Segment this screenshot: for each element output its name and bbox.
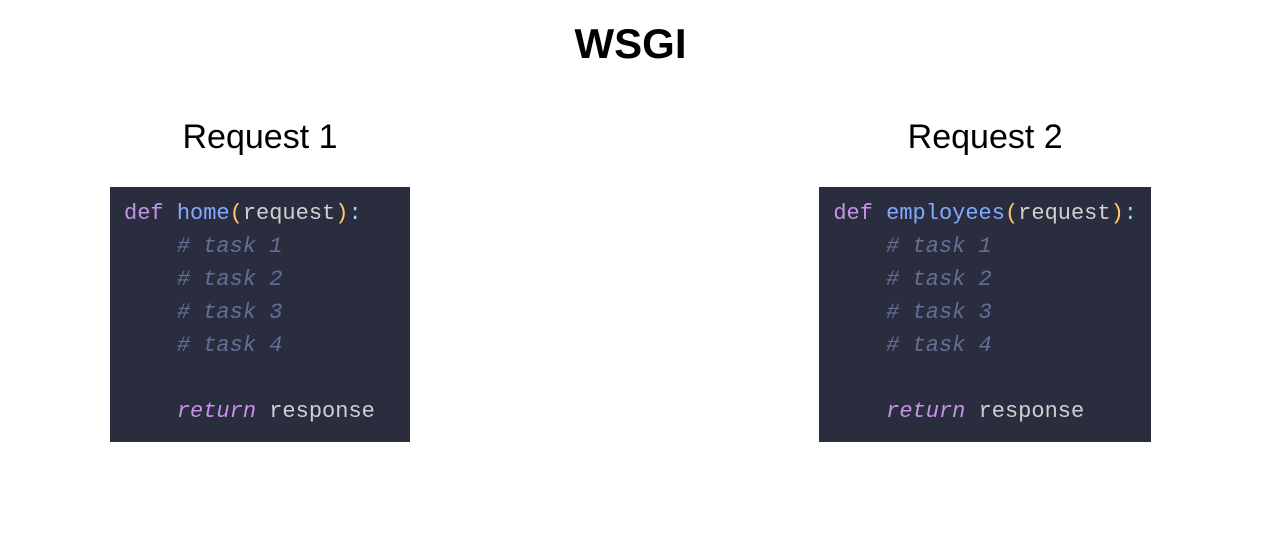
comment-line: # task 3	[886, 300, 992, 325]
comment-line: # task 4	[177, 333, 283, 358]
keyword-return: return	[177, 399, 256, 424]
function-name: home	[177, 201, 230, 226]
code-block-1: def home(request): # task 1 # task 2 # t…	[110, 187, 410, 442]
paren-close: )	[335, 201, 348, 226]
column-heading: Request 1	[183, 118, 338, 157]
code-block-2: def employees(request): # task 1 # task …	[819, 187, 1151, 442]
paren-open: (	[230, 201, 243, 226]
column-request-2: Request 2 def employees(request): # task…	[819, 118, 1151, 442]
return-value: response	[979, 399, 1085, 424]
content-row: Request 1 def home(request): # task 1 # …	[0, 118, 1261, 442]
page-title: WSGI	[0, 0, 1261, 68]
comment-line: # task 1	[886, 234, 992, 259]
param: request	[243, 201, 335, 226]
column-request-1: Request 1 def home(request): # task 1 # …	[110, 118, 410, 442]
keyword-def: def	[833, 201, 873, 226]
keyword-def: def	[124, 201, 164, 226]
keyword-return: return	[886, 399, 965, 424]
return-value: response	[269, 399, 375, 424]
comment-line: # task 2	[177, 267, 283, 292]
paren-close: )	[1111, 201, 1124, 226]
colon: :	[1124, 201, 1137, 226]
function-name: employees	[886, 201, 1005, 226]
colon: :	[348, 201, 361, 226]
comment-line: # task 1	[177, 234, 283, 259]
comment-line: # task 4	[886, 333, 992, 358]
column-heading: Request 2	[908, 118, 1063, 157]
paren-open: (	[1005, 201, 1018, 226]
comment-line: # task 2	[886, 267, 992, 292]
comment-line: # task 3	[177, 300, 283, 325]
param: request	[1018, 201, 1110, 226]
